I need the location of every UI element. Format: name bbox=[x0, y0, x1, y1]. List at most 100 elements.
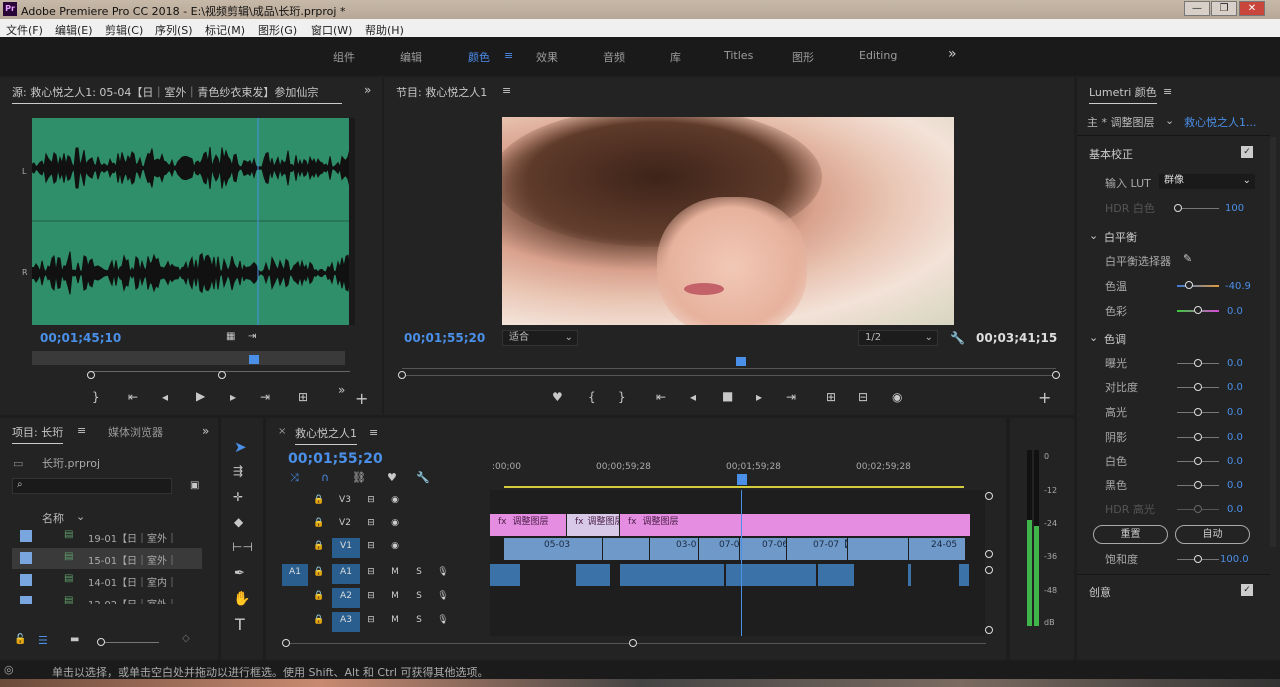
project-item-selected[interactable]: ▤ 15-01【日｜室外｜ bbox=[12, 548, 202, 569]
sequence-clip-label[interactable]: 救心悦之人1... bbox=[1184, 114, 1274, 130]
highlights-knob[interactable] bbox=[1194, 408, 1202, 416]
program-scroll-start[interactable] bbox=[398, 371, 406, 379]
track-v3-label[interactable]: V3 bbox=[336, 492, 354, 508]
contrast-knob[interactable] bbox=[1194, 383, 1202, 391]
audio-clip[interactable] bbox=[908, 564, 911, 586]
linked-selection-icon[interactable]: ⛓ bbox=[352, 471, 366, 484]
mute-button[interactable]: M bbox=[386, 588, 404, 604]
track-v2-label[interactable]: V2 bbox=[336, 515, 354, 531]
solo-button[interactable]: S bbox=[410, 564, 428, 580]
video-clip[interactable]: 05-03 bbox=[504, 538, 602, 560]
step-forward-icon-program[interactable]: ▸ bbox=[756, 390, 762, 404]
workspace-tab-effects[interactable]: 效果 bbox=[536, 49, 558, 65]
timeline-h-scroll-end[interactable] bbox=[629, 639, 637, 647]
selection-tool-icon[interactable]: ➤ bbox=[234, 438, 247, 456]
shadows-value[interactable]: 0.0 bbox=[1227, 432, 1243, 443]
eye-icon[interactable]: ◉ bbox=[386, 515, 404, 531]
sync-lock-icon[interactable]: ⊟ bbox=[362, 515, 380, 531]
audio-clip[interactable] bbox=[490, 564, 520, 586]
wrench-icon[interactable]: 🔧 bbox=[950, 331, 965, 345]
track-a3-label[interactable]: A3 bbox=[332, 612, 360, 632]
white-balance-header[interactable]: 白平衡 bbox=[1104, 229, 1137, 245]
source-insert-icon[interactable]: ⇥ bbox=[248, 331, 256, 342]
shadows-knob[interactable] bbox=[1194, 433, 1202, 441]
video-clip[interactable]: 24-05 bbox=[909, 538, 965, 560]
lock-track-icon[interactable]: 🔒 bbox=[310, 538, 328, 554]
icon-view-icon[interactable]: ▬ bbox=[70, 634, 79, 645]
step-forward-icon[interactable]: ▸ bbox=[230, 390, 236, 404]
step-back-icon[interactable]: ◂ bbox=[162, 390, 168, 404]
close-button[interactable]: ✕ bbox=[1239, 1, 1265, 16]
program-add-button-icon[interactable]: + bbox=[1038, 388, 1051, 407]
time-ruler[interactable]: :00;00 00;00;59;28 00;01;59;28 00;02;59;… bbox=[492, 462, 972, 484]
temperature-knob[interactable] bbox=[1185, 281, 1193, 289]
mic-icon[interactable]: 🎙 bbox=[434, 564, 452, 580]
video-clip[interactable]: 07-07【 bbox=[787, 538, 847, 560]
project-item[interactable]: ▤ 12-02【日｜室外｜ bbox=[12, 592, 202, 604]
audio-clip[interactable] bbox=[726, 564, 816, 586]
lock-track-icon[interactable]: 🔒 bbox=[310, 612, 328, 628]
source-playhead[interactable] bbox=[249, 355, 259, 364]
thumbnail-size-knob[interactable] bbox=[97, 638, 105, 646]
track-area[interactable]: fx调整图层 fx调整图层 fx调整图层 05-03 03-0 07-04 07… bbox=[490, 490, 985, 636]
ripple-edit-tool-icon[interactable]: ✛ bbox=[233, 490, 243, 504]
thumbnail-size-slider[interactable] bbox=[97, 642, 159, 643]
menu-sequence[interactable]: 序列(S) bbox=[155, 22, 193, 38]
mic-icon[interactable]: 🎙 bbox=[434, 588, 452, 604]
audio-clip[interactable] bbox=[576, 564, 610, 586]
program-video-frame[interactable] bbox=[502, 117, 954, 325]
track-v1-label[interactable]: V1 bbox=[332, 538, 360, 558]
video-clip[interactable]: 03-0 bbox=[650, 538, 698, 560]
basic-correction-checkbox[interactable]: ✓ bbox=[1241, 146, 1253, 158]
timeline-settings-icon[interactable]: 🔧 bbox=[416, 471, 430, 484]
sequence-menu-icon[interactable]: ≡ bbox=[369, 426, 378, 439]
razor-tool-icon[interactable]: ◆ bbox=[234, 515, 243, 529]
project-item[interactable]: ▤ 14-01【日｜室内｜ bbox=[12, 570, 202, 591]
master-clip-label[interactable]: 主 * 调整图层 bbox=[1087, 114, 1155, 130]
project-menu-icon[interactable]: ≡ bbox=[77, 424, 86, 437]
workspace-tab-audio[interactable]: 音频 bbox=[603, 49, 625, 65]
v-scroll-bottom[interactable] bbox=[985, 550, 993, 558]
project-search-input[interactable] bbox=[12, 478, 172, 494]
source-more-controls-icon[interactable]: » bbox=[338, 383, 345, 397]
hdr-specular-value[interactable]: 0.0 bbox=[1227, 504, 1243, 515]
program-scroll-end[interactable] bbox=[1052, 371, 1060, 379]
timeline-h-scroll-start[interactable] bbox=[282, 639, 290, 647]
sync-lock-icon[interactable]: ⊟ bbox=[362, 492, 380, 508]
slip-tool-icon[interactable]: ⊢⊣ bbox=[232, 540, 253, 554]
timeline-playhead-handle[interactable] bbox=[737, 474, 747, 485]
contrast-value[interactable]: 0.0 bbox=[1227, 382, 1243, 393]
lumetri-menu-icon[interactable]: ≡ bbox=[1163, 85, 1172, 98]
media-browser-tab[interactable]: 媒体浏览器 bbox=[108, 424, 163, 440]
mic-icon[interactable]: 🎙 bbox=[434, 612, 452, 628]
sort-icon[interactable]: ◇ bbox=[182, 633, 190, 644]
timeline-timecode[interactable]: 00;01;55;20 bbox=[288, 451, 383, 467]
minimize-button[interactable]: — bbox=[1184, 1, 1210, 16]
lock-track-icon[interactable]: 🔒 bbox=[310, 588, 328, 604]
sort-chevron-icon[interactable]: ⌄ bbox=[76, 510, 85, 523]
fit-dropdown[interactable]: 适合 ⌄ bbox=[502, 330, 578, 346]
mark-out-icon-program[interactable]: } bbox=[618, 390, 626, 404]
sync-lock-icon[interactable]: ⊟ bbox=[362, 612, 380, 628]
white-balance-chevron-icon[interactable]: ⌄ bbox=[1089, 229, 1098, 242]
lock-track-icon[interactable]: 🔒 bbox=[310, 492, 328, 508]
source-tab[interactable]: 源: 救心悦之人1: 05-04【日｜室外｜青色纱衣束发】参加仙宗 bbox=[12, 84, 342, 104]
lumetri-scrollbar[interactable] bbox=[1270, 137, 1276, 547]
source-timecode[interactable]: 00;01;45;10 bbox=[40, 331, 121, 345]
go-to-out-icon-program[interactable]: ⇥ bbox=[786, 390, 796, 404]
video-clip[interactable] bbox=[603, 538, 649, 560]
program-menu-icon[interactable]: ≡ bbox=[502, 84, 511, 97]
add-marker-timeline-icon[interactable]: ♥ bbox=[387, 471, 397, 484]
step-back-icon-program[interactable]: ◂ bbox=[690, 390, 696, 404]
audio-clip[interactable] bbox=[959, 564, 969, 586]
lock-track-icon[interactable]: 🔒 bbox=[310, 515, 328, 531]
whites-value[interactable]: 0.0 bbox=[1227, 456, 1243, 467]
sync-lock-icon[interactable]: ⊟ bbox=[362, 564, 380, 580]
sequence-tab[interactable]: 救心悦之人1 bbox=[295, 425, 357, 445]
creative-checkbox[interactable]: ✓ bbox=[1241, 584, 1253, 596]
lock-track-icon[interactable]: 🔒 bbox=[310, 564, 328, 580]
hdr-specular-knob[interactable] bbox=[1194, 505, 1202, 513]
go-to-in-icon-program[interactable]: ⇤ bbox=[656, 390, 666, 404]
new-bin-icon[interactable]: ▣ bbox=[190, 480, 199, 491]
adjustment-clip[interactable]: fx 调整图层 bbox=[620, 514, 970, 536]
